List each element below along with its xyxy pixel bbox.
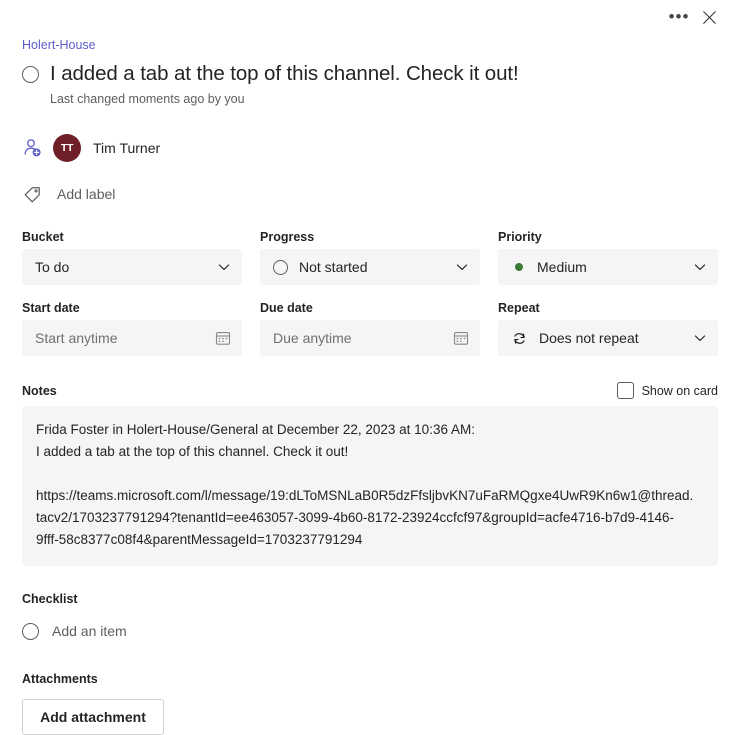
notes-url-line-2: tacv2/1703237791294?tenantId=ee463057-30… xyxy=(36,510,675,525)
repeat-value: Does not repeat xyxy=(539,330,639,346)
notes-url-line-1: https://teams.microsoft.com/l/message/19… xyxy=(36,488,694,503)
due-date-placeholder: Due anytime xyxy=(273,330,352,346)
show-on-card-checkbox[interactable] xyxy=(616,382,634,399)
notes-header: Notes Show on card xyxy=(22,382,718,399)
priority-dropdown[interactable]: Medium xyxy=(498,249,718,285)
tag-icon xyxy=(24,187,40,203)
add-checklist-item-button[interactable]: Add an item xyxy=(22,618,127,644)
task-title[interactable]: I added a tab at the top of this channel… xyxy=(50,61,519,87)
notes-line-2: I added a tab at the top of this channel… xyxy=(36,444,349,459)
notes-line-1: Frida Foster in Holert-House/General at … xyxy=(36,422,475,437)
notes-url-line-3: 9fff-58c8377c08f4&parentMessageId=170323… xyxy=(36,532,363,547)
repeat-label: Repeat xyxy=(498,301,540,315)
more-options-button[interactable]: ••• xyxy=(664,4,694,30)
repeat-icon xyxy=(514,332,525,344)
add-label-button[interactable]: Add label xyxy=(22,180,115,208)
not-started-icon xyxy=(273,259,288,275)
add-label-text: Add label xyxy=(57,186,116,202)
window-toolbar: ••• xyxy=(0,0,740,30)
progress-label: Progress xyxy=(260,230,315,244)
notes-textarea[interactable]: Frida Foster in Holert-House/General at … xyxy=(22,406,718,566)
add-checklist-item-text: Add an item xyxy=(52,623,127,639)
notes-title: Notes xyxy=(22,383,57,398)
checklist-item-circle-icon xyxy=(22,622,39,640)
start-date-label: Start date xyxy=(22,301,80,315)
calendar-icon xyxy=(453,332,469,345)
show-on-card-label: Show on card xyxy=(641,383,718,398)
task-complete-toggle[interactable] xyxy=(22,65,39,83)
chevron-down-icon xyxy=(218,264,230,270)
add-person-icon[interactable] xyxy=(22,137,44,159)
bucket-label: Bucket xyxy=(22,230,64,244)
due-date-label: Due date xyxy=(260,301,313,315)
last-changed-text: Last changed moments ago by you xyxy=(50,92,245,106)
repeat-dropdown[interactable]: Does not repeat xyxy=(498,320,718,356)
bucket-dropdown[interactable]: To do xyxy=(22,249,242,285)
assignee-name[interactable]: Tim Turner xyxy=(93,140,160,156)
due-date-input[interactable]: Due anytime xyxy=(260,320,480,356)
priority-medium-icon xyxy=(515,263,523,271)
progress-value: Not started xyxy=(299,259,368,275)
more-options-icon: ••• xyxy=(668,7,690,26)
task-detail-panel: Holert-House I added a tab at the top of… xyxy=(0,30,740,735)
bucket-value: To do xyxy=(35,259,70,275)
start-date-placeholder: Start anytime xyxy=(35,330,118,346)
show-on-card-toggle[interactable]: Show on card xyxy=(616,382,718,399)
start-date-input[interactable]: Start anytime xyxy=(22,320,242,356)
close-button[interactable] xyxy=(694,4,724,30)
avatar[interactable]: TT xyxy=(53,134,81,162)
priority-value: Medium xyxy=(537,259,587,275)
checklist-title: Checklist xyxy=(22,592,78,606)
notes-blank-line xyxy=(36,463,704,485)
priority-label: Priority xyxy=(498,230,542,244)
breadcrumb-plan-link[interactable]: Holert-House xyxy=(22,38,96,52)
attachments-title: Attachments xyxy=(22,672,98,686)
task-title-row: I added a tab at the top of this channel… xyxy=(22,61,718,87)
chevron-down-icon xyxy=(456,264,468,270)
close-icon xyxy=(702,10,716,24)
assignee-row: TT Tim Turner xyxy=(22,131,718,165)
task-fields-grid: Bucket Progress Priority To do Not start… xyxy=(22,230,718,356)
progress-dropdown[interactable]: Not started xyxy=(260,249,480,285)
chevron-down-icon xyxy=(694,264,706,270)
calendar-icon xyxy=(215,332,231,345)
chevron-down-icon xyxy=(694,335,706,341)
